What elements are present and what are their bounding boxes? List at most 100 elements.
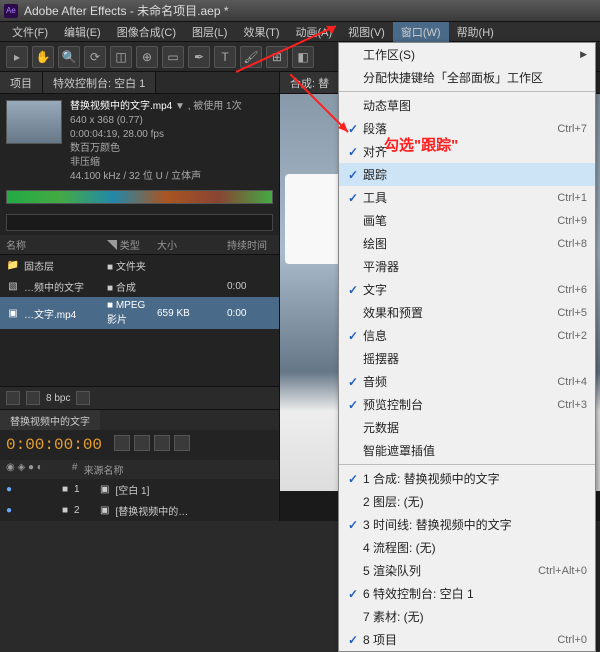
menu-item[interactable]: ✓预览控制台Ctrl+3 — [339, 393, 595, 416]
menu-item-label: 绘图 — [363, 235, 557, 252]
col-size[interactable]: 大小 — [157, 237, 227, 252]
menu-item-label: 平滑器 — [363, 258, 587, 275]
timeline-tab[interactable]: 替换视频中的文字 — [0, 410, 100, 430]
project-row[interactable]: ▧…频中的文字■ 合成0:00 — [0, 276, 279, 297]
menu-item-label: 摇摆器 — [363, 350, 587, 367]
tl-head-src: 来源名称 — [84, 462, 124, 477]
tl-tool1-icon[interactable] — [114, 435, 130, 451]
menu-item[interactable]: 4 流程图: (无) — [339, 536, 595, 559]
menu-item[interactable]: ✓文字Ctrl+6 — [339, 278, 595, 301]
menu-item[interactable]: ✓8 项目Ctrl+0 — [339, 628, 595, 651]
menu-item[interactable]: ✓3 时间线: 替换视频中的文字 — [339, 513, 595, 536]
menu-item[interactable]: 工作区(S)▶ — [339, 43, 595, 66]
menubar: 文件(F) 编辑(E) 图像合成(C) 图层(L) 效果(T) 动画(A) 视图… — [0, 22, 600, 42]
menu-item[interactable]: 元数据 — [339, 416, 595, 439]
bpc-btn2-icon[interactable] — [26, 391, 40, 405]
timecode[interactable]: 0:00:00:00 — [0, 430, 108, 460]
tl-tool3-icon[interactable] — [154, 435, 170, 451]
menu-item[interactable]: 平滑器 — [339, 255, 595, 278]
menu-item-label: 画笔 — [363, 212, 557, 229]
menu-item[interactable]: 摇摆器 — [339, 347, 595, 370]
timeline-layer[interactable]: ●■1▣[空白 1] — [0, 479, 279, 500]
check-icon: ✓ — [343, 587, 363, 601]
check-icon: ✓ — [343, 145, 363, 159]
check-icon: ✓ — [343, 283, 363, 297]
menu-item[interactable]: ✓6 特效控制台: 空白 1 — [339, 582, 595, 605]
menu-item[interactable]: ✓1 合成: 替换视频中的文字 — [339, 467, 595, 490]
menu-shortcut: Ctrl+5 — [557, 307, 587, 319]
menu-shortcut: Ctrl+7 — [557, 123, 587, 135]
layer-color-icon[interactable]: ■ — [62, 484, 68, 495]
menu-item[interactable]: ✓段落Ctrl+7 — [339, 117, 595, 140]
menu-item[interactable]: ✓工具Ctrl+1 — [339, 186, 595, 209]
tl-tool4-icon[interactable] — [174, 435, 190, 451]
selection-tool-icon[interactable]: ▸ — [6, 46, 28, 68]
col-name[interactable]: 名称 — [6, 237, 107, 252]
bpc-btn-icon[interactable] — [6, 391, 20, 405]
tab-project[interactable]: 项目 — [0, 72, 43, 93]
menu-item[interactable]: 5 渲染队列Ctrl+Alt+0 — [339, 559, 595, 582]
eraser-tool-icon[interactable]: ◧ — [292, 46, 314, 68]
layer-icon: ▣ — [100, 505, 109, 516]
menu-help[interactable]: 帮助(H) — [449, 22, 502, 42]
pen-tool-icon[interactable]: ✒ — [188, 46, 210, 68]
stamp-tool-icon[interactable]: ⊞ — [266, 46, 288, 68]
brush-tool-icon[interactable]: 🖌 — [240, 46, 262, 68]
row-size: 659 KB — [157, 308, 227, 319]
menu-item[interactable]: 效果和预置Ctrl+5 — [339, 301, 595, 324]
col-type[interactable]: 类型 — [120, 241, 140, 252]
camera-tool-icon[interactable]: ◫ — [110, 46, 132, 68]
menu-item[interactable]: ✓音频Ctrl+4 — [339, 370, 595, 393]
menu-item-label: 4 流程图: (无) — [363, 539, 587, 556]
bpc-label[interactable]: 8 bpc — [46, 393, 70, 404]
app-logo-icon: Ae — [4, 4, 18, 18]
column-header: 名称 ◥ 类型 大小 持续时间 — [0, 235, 279, 255]
rotate-tool-icon[interactable]: ⟳ — [84, 46, 106, 68]
menu-item[interactable]: 分配快捷键给「全部面板」工作区 — [339, 66, 595, 89]
layer-name: [替换视频中的… — [116, 503, 274, 518]
menu-edit[interactable]: 编辑(E) — [56, 22, 109, 42]
eye-icon[interactable]: ● — [6, 505, 20, 516]
bpc-btn3-icon[interactable] — [76, 391, 90, 405]
text-tool-icon[interactable]: T — [214, 46, 236, 68]
menu-item[interactable]: 7 素材: (无) — [339, 605, 595, 628]
window-title: Adobe After Effects - 未命名项目.aep * — [24, 2, 229, 19]
menu-item[interactable]: 绘图Ctrl+8 — [339, 232, 595, 255]
menu-item[interactable]: 画笔Ctrl+9 — [339, 209, 595, 232]
menu-layer[interactable]: 图层(L) — [184, 22, 235, 42]
timeline-layer[interactable]: ● ■ 2 ▣ [替换视频中的… — [0, 500, 279, 521]
eye-icon[interactable]: ● — [6, 484, 20, 495]
check-icon: ✓ — [343, 633, 363, 647]
menu-item[interactable]: 智能遮罩插值 — [339, 439, 595, 462]
menu-effect[interactable]: 效果(T) — [235, 22, 287, 42]
hand-tool-icon[interactable]: ✋ — [32, 46, 54, 68]
rect-tool-icon[interactable]: ▭ — [162, 46, 184, 68]
menu-item-label: 文字 — [363, 281, 557, 298]
layer-idx: 2 — [74, 505, 94, 516]
menu-item[interactable]: ✓跟踪 — [339, 163, 595, 186]
anchor-tool-icon[interactable]: ⊕ — [136, 46, 158, 68]
project-row[interactable]: ▣…文字.mp4■ MPEG 影片659 KB0:00 — [0, 297, 279, 329]
layer-color-icon[interactable]: ■ — [62, 505, 68, 516]
tl-tool2-icon[interactable] — [134, 435, 150, 451]
footage-dur: 0:00:04:19, 28.00 fps — [70, 129, 164, 140]
menu-item[interactable]: 动态草图 — [339, 94, 595, 117]
menu-item[interactable]: 2 图层: (无) — [339, 490, 595, 513]
tab-effects[interactable]: 特效控制台: 空白 1 — [43, 72, 156, 93]
col-dur[interactable]: 持续时间 — [227, 237, 273, 252]
search-input[interactable] — [6, 214, 273, 231]
menu-item[interactable]: ✓对齐 — [339, 140, 595, 163]
footage-name: 替换视频中的文字.mp4 — [70, 101, 172, 112]
check-icon: ✓ — [343, 518, 363, 532]
menu-file[interactable]: 文件(F) — [4, 22, 56, 42]
menu-item-label: 工具 — [363, 189, 557, 206]
project-row[interactable]: 📁固态层■ 文件夹 — [0, 255, 279, 276]
menu-item[interactable]: ✓信息Ctrl+2 — [339, 324, 595, 347]
menu-window[interactable]: 窗口(W) — [393, 22, 449, 42]
menu-composition[interactable]: 图像合成(C) — [109, 22, 184, 42]
row-icon: ▣ — [6, 308, 20, 319]
menu-view[interactable]: 视图(V) — [340, 22, 393, 42]
menu-animation[interactable]: 动画(A) — [288, 22, 341, 42]
zoom-tool-icon[interactable]: 🔍 — [58, 46, 80, 68]
tab-comp[interactable]: 合成: 替 — [280, 72, 340, 93]
